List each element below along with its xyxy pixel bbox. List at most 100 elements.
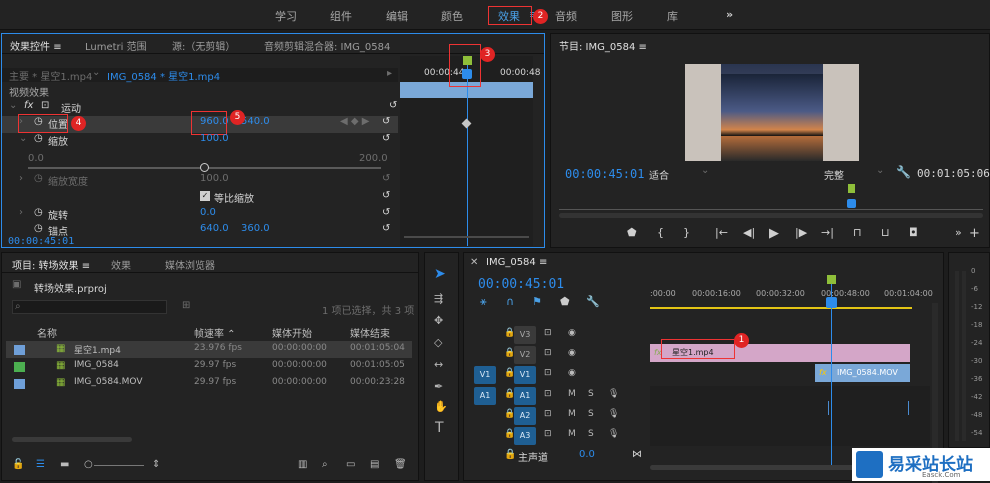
reset-icon[interactable]: ↺ [382,190,390,201]
workspace-assembly[interactable]: 组件 [330,8,352,24]
track-target[interactable]: A3 [514,427,536,445]
trash-icon[interactable]: 🗑 [394,459,407,470]
workspace-color[interactable]: 颜色 [441,8,463,24]
workspace-graphics[interactable]: 图形 [611,8,633,24]
effect-controls-timecode[interactable]: 00:00:45:01 [8,236,74,247]
workspace-overflow-icon[interactable]: » [726,8,733,21]
table-row[interactable]: ▦ 星空1.mp4 23.976 fps 00:00:00:00 00:01:05:04 [6,341,412,358]
extract-icon[interactable]: ⊔ [881,226,890,239]
zoom-slider-track[interactable] [94,465,144,466]
wrench-icon[interactable]: 🔧 [586,295,600,308]
ripple-edit-tool-icon[interactable]: ✥ [434,315,443,326]
new-item-icon[interactable]: ▤ [370,459,379,470]
timeline-timecode[interactable]: 00:00:45:01 [478,277,564,292]
solo-button[interactable]: S [588,389,594,399]
eye-icon[interactable]: ◉ [568,348,576,358]
project-scrollbar[interactable] [12,437,132,442]
tab-project[interactable]: 项目: 转场效果 ≡ [12,257,90,272]
mark-out-icon[interactable]: } [683,226,690,239]
col-fps[interactable]: 帧速率 ⌃ [194,325,272,340]
master-clip-label[interactable]: 主要 * 星空1.mp4 [9,68,92,83]
program-ruler[interactable] [559,209,983,210]
workspace-audio[interactable]: 音频 [555,8,577,24]
label-color-swatch[interactable] [14,379,25,389]
sync-lock-icon[interactable]: ⊡ [544,328,552,338]
tab-media-browser[interactable]: 媒体浏览器 [165,257,215,272]
button-editor-icon[interactable]: + [969,226,980,241]
project-search-input[interactable]: ⌕ [12,300,167,314]
sequence-clip-label[interactable]: IMG_0584 * 星空1.mp4 [107,68,220,83]
new-bin-from-search-icon[interactable]: ⊞ [182,300,190,311]
hand-tool-icon[interactable]: ✋ [434,401,448,412]
add-marker-icon[interactable]: ⚑ [532,295,542,308]
step-back-icon[interactable]: ◀| [743,226,755,239]
table-row[interactable]: ▦ IMG_0584 29.97 fps 00:00:00:00 00:01:05:05 [6,358,412,375]
work-area-bar[interactable] [650,307,912,309]
program-zoom-scrollbar[interactable] [559,213,983,218]
col-media-end[interactable]: 媒体结束 [350,325,410,340]
col-media-start[interactable]: 媒体开始 [272,325,350,340]
position-y-value[interactable]: 540.0 [241,116,270,127]
reset-icon[interactable]: ↺ [382,207,390,218]
wrench-icon[interactable]: 🔧 [896,165,911,179]
play-icon[interactable]: ▶ [769,226,779,241]
tab-source[interactable]: 源:（无剪辑） [172,38,235,53]
stopwatch-icon[interactable]: ◷ [34,207,43,218]
lock-icon[interactable]: 🔒 [504,389,515,399]
solo-button[interactable]: S [588,409,594,419]
lock-icon[interactable]: 🔒 [504,429,515,439]
reset-icon[interactable]: ↺ [382,116,390,127]
program-playhead[interactable] [847,199,856,208]
new-bin-icon[interactable]: ▭ [346,459,355,470]
master-volume[interactable]: 0.0 [579,449,595,460]
icon-view-icon[interactable]: ▬ [60,459,69,470]
snap-icon[interactable]: ⚹ [480,295,487,309]
stopwatch-icon[interactable]: ◷ [34,223,43,234]
zoom-slider-handle[interactable]: ○ [84,459,93,470]
go-to-in-icon[interactable]: |← [715,226,728,239]
fit-dropdown[interactable]: 适合 [649,167,669,182]
sync-lock-icon[interactable]: ⊡ [544,348,552,358]
clip-img-0584[interactable]: fx IMG_0584.MOV [815,364,910,382]
automate-icon[interactable]: ▥ [298,459,307,470]
keyframe-navigator[interactable]: ◀ ◆ ▶ [340,116,369,127]
track-target[interactable]: V3 [514,326,536,344]
track-select-tool-icon[interactable]: ⇶ [434,293,443,304]
find-icon[interactable]: ⌕ [322,459,328,470]
scale-slider-handle[interactable] [200,163,209,172]
solo-button[interactable]: S [588,429,594,439]
reset-icon[interactable]: ↺ [389,100,397,111]
keyframe-icon[interactable] [461,118,472,129]
type-tool-icon[interactable]: T [435,421,444,435]
tab-lumetri-scopes[interactable]: Lumetri 范围 [85,38,147,53]
slip-tool-icon[interactable]: ↔ [434,359,443,370]
selection-tool-icon[interactable]: ➤ [434,267,446,281]
sync-lock-icon[interactable]: ⊡ [544,429,552,439]
tab-audio-clip-mixer[interactable]: 音频剪辑混合器: IMG_0584 [264,38,390,53]
chevron-down-icon[interactable]: ⌄ [19,133,27,144]
source-patch[interactable]: V1 [474,366,496,384]
lift-icon[interactable]: ⊓ [853,226,862,239]
play-only-icon[interactable]: ▸ [387,68,392,79]
list-view-icon[interactable]: ☰ [36,459,45,470]
microphone-icon[interactable]: 🎙 [608,389,619,399]
motion-transform-icon[interactable]: ⊡ [41,100,49,111]
program-current-timecode[interactable]: 00:00:45:01 [565,167,644,181]
go-to-out-icon[interactable]: →| [821,226,834,239]
table-row[interactable]: ▦ IMG_0584.MOV 29.97 fps 00:00:00:00 00:00:2… [6,375,412,392]
mark-in-icon[interactable]: { [657,226,664,239]
linked-selection-icon[interactable]: ∩ [506,295,514,308]
lock-icon[interactable]: 🔒 [504,328,515,338]
stopwatch-icon[interactable]: ◷ [34,133,43,144]
reset-icon[interactable]: ↺ [382,223,390,234]
step-forward-icon[interactable]: |▶ [795,226,807,239]
camera-icon[interactable]: ◘ [909,226,918,239]
eye-icon[interactable]: ◉ [568,328,576,338]
tab-effects[interactable]: 效果 [111,257,131,272]
mute-button[interactable]: M [568,409,576,419]
chevron-right-icon[interactable]: › [19,173,23,184]
track-target[interactable]: V2 [514,346,536,364]
timeline-ruler[interactable]: :00:00 00:00:16:00 00:00:32:00 00:00:48:… [650,275,933,309]
lock-icon[interactable]: 🔓 [12,459,24,470]
close-icon[interactable]: ✕ [470,257,478,268]
